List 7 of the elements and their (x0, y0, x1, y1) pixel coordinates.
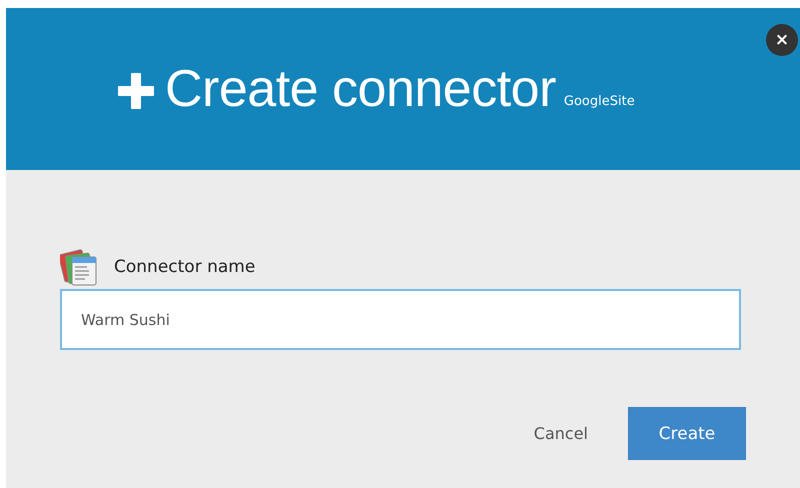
create-button[interactable]: Create (628, 407, 746, 460)
dialog-title: Create connector (165, 59, 556, 119)
connector-type: GoogleSite (564, 94, 635, 108)
plus-icon (117, 72, 155, 110)
cancel-button[interactable]: Cancel (534, 424, 588, 443)
connector-name-field[interactable]: Warm Sushi (60, 289, 741, 350)
field-label: Connector name (114, 257, 256, 277)
